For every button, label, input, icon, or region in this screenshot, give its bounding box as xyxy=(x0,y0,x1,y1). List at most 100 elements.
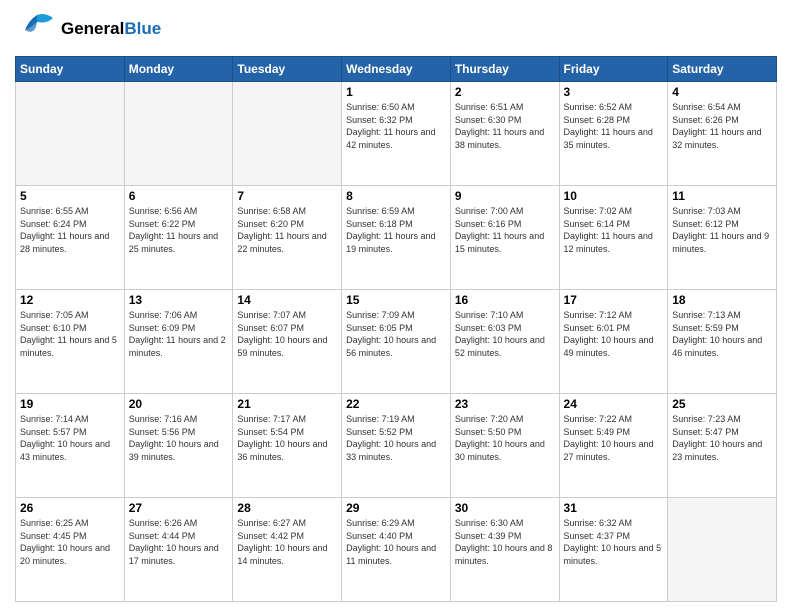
day-number: 31 xyxy=(564,501,664,515)
day-cell: 26 Sunrise: 6:25 AM Sunset: 4:45 PM Dayli… xyxy=(16,498,125,602)
day-number: 6 xyxy=(129,189,229,203)
day-number: 7 xyxy=(237,189,337,203)
day-info: Sunrise: 6:51 AM Sunset: 6:30 PM Dayligh… xyxy=(455,101,555,151)
logo-name: GeneralBlue xyxy=(61,20,161,39)
week-row-5: 26 Sunrise: 6:25 AM Sunset: 4:45 PM Dayli… xyxy=(16,498,777,602)
day-info: Sunrise: 7:10 AM Sunset: 6:03 PM Dayligh… xyxy=(455,309,555,359)
weekday-wednesday: Wednesday xyxy=(342,57,451,82)
day-info: Sunrise: 6:30 AM Sunset: 4:39 PM Dayligh… xyxy=(455,517,555,567)
day-cell: 3Sunrise: 6:52 AM Sunset: 6:28 PM Daylig… xyxy=(559,82,668,186)
day-info: Sunrise: 7:22 AM Sunset: 5:49 PM Dayligh… xyxy=(564,413,664,463)
day-cell: 1Sunrise: 6:50 AM Sunset: 6:32 PM Daylig… xyxy=(342,82,451,186)
day-cell: 16 Sunrise: 7:10 AM Sunset: 6:03 PM Dayli… xyxy=(450,290,559,394)
day-cell: 11 Sunrise: 7:03 AM Sunset: 6:12 PM Dayli… xyxy=(668,186,777,290)
day-cell: 30Sunrise: 6:30 AM Sunset: 4:39 PM Dayli… xyxy=(450,498,559,602)
day-cell: 5 Sunrise: 6:55 AM Sunset: 6:24 PM Daylig… xyxy=(16,186,125,290)
day-cell: 29 Sunrise: 6:29 AM Sunset: 4:40 PM Dayli… xyxy=(342,498,451,602)
day-number: 4 xyxy=(672,85,772,99)
day-cell xyxy=(233,82,342,186)
weekday-thursday: Thursday xyxy=(450,57,559,82)
day-info: Sunrise: 6:54 AM Sunset: 6:26 PM Dayligh… xyxy=(672,101,772,151)
day-cell: 9Sunrise: 7:00 AM Sunset: 6:16 PM Daylig… xyxy=(450,186,559,290)
logo: GeneralBlue xyxy=(15,10,161,48)
day-number: 21 xyxy=(237,397,337,411)
day-number: 8 xyxy=(346,189,446,203)
day-cell: 17Sunrise: 7:12 AM Sunset: 6:01 PM Dayli… xyxy=(559,290,668,394)
day-cell: 19 Sunrise: 7:14 AM Sunset: 5:57 PM Dayli… xyxy=(16,394,125,498)
day-info: Sunrise: 6:52 AM Sunset: 6:28 PM Dayligh… xyxy=(564,101,664,151)
day-number: 13 xyxy=(129,293,229,307)
day-number: 23 xyxy=(455,397,555,411)
page: GeneralBlue SundayMondayTuesdayWednesday… xyxy=(0,0,792,612)
day-number: 18 xyxy=(672,293,772,307)
day-cell: 24 Sunrise: 7:22 AM Sunset: 5:49 PM Dayli… xyxy=(559,394,668,498)
logo-bird-icon xyxy=(15,10,59,48)
day-number: 25 xyxy=(672,397,772,411)
calendar: SundayMondayTuesdayWednesdayThursdayFrid… xyxy=(15,56,777,602)
day-info: Sunrise: 7:09 AM Sunset: 6:05 PM Dayligh… xyxy=(346,309,446,359)
day-info: Sunrise: 7:02 AM Sunset: 6:14 PM Dayligh… xyxy=(564,205,664,255)
day-info: Sunrise: 6:55 AM Sunset: 6:24 PM Dayligh… xyxy=(20,205,120,255)
day-info: Sunrise: 7:03 AM Sunset: 6:12 PM Dayligh… xyxy=(672,205,772,255)
day-number: 20 xyxy=(129,397,229,411)
day-number: 28 xyxy=(237,501,337,515)
day-info: Sunrise: 7:17 AM Sunset: 5:54 PM Dayligh… xyxy=(237,413,337,463)
day-cell: 28 Sunrise: 6:27 AM Sunset: 4:42 PM Dayli… xyxy=(233,498,342,602)
day-cell: 6 Sunrise: 6:56 AM Sunset: 6:22 PM Daylig… xyxy=(124,186,233,290)
day-cell: 12 Sunrise: 7:05 AM Sunset: 6:10 PM Dayli… xyxy=(16,290,125,394)
day-number: 14 xyxy=(237,293,337,307)
day-cell: 13 Sunrise: 7:06 AM Sunset: 6:09 PM Dayli… xyxy=(124,290,233,394)
day-info: Sunrise: 7:12 AM Sunset: 6:01 PM Dayligh… xyxy=(564,309,664,359)
weekday-friday: Friday xyxy=(559,57,668,82)
day-info: Sunrise: 7:05 AM Sunset: 6:10 PM Dayligh… xyxy=(20,309,120,359)
day-info: Sunrise: 7:14 AM Sunset: 5:57 PM Dayligh… xyxy=(20,413,120,463)
day-info: Sunrise: 6:59 AM Sunset: 6:18 PM Dayligh… xyxy=(346,205,446,255)
day-info: Sunrise: 7:20 AM Sunset: 5:50 PM Dayligh… xyxy=(455,413,555,463)
day-info: Sunrise: 7:13 AM Sunset: 5:59 PM Dayligh… xyxy=(672,309,772,359)
day-cell: 31 Sunrise: 6:32 AM Sunset: 4:37 PM Dayli… xyxy=(559,498,668,602)
weekday-sunday: Sunday xyxy=(16,57,125,82)
day-number: 22 xyxy=(346,397,446,411)
day-number: 16 xyxy=(455,293,555,307)
day-number: 19 xyxy=(20,397,120,411)
day-number: 27 xyxy=(129,501,229,515)
day-info: Sunrise: 6:27 AM Sunset: 4:42 PM Dayligh… xyxy=(237,517,337,567)
day-cell: 15 Sunrise: 7:09 AM Sunset: 6:05 PM Dayli… xyxy=(342,290,451,394)
day-info: Sunrise: 6:29 AM Sunset: 4:40 PM Dayligh… xyxy=(346,517,446,567)
day-cell xyxy=(668,498,777,602)
day-info: Sunrise: 6:26 AM Sunset: 4:44 PM Dayligh… xyxy=(129,517,229,567)
day-cell xyxy=(124,82,233,186)
day-cell: 14 Sunrise: 7:07 AM Sunset: 6:07 PM Dayli… xyxy=(233,290,342,394)
day-cell: 18 Sunrise: 7:13 AM Sunset: 5:59 PM Dayli… xyxy=(668,290,777,394)
week-row-3: 12 Sunrise: 7:05 AM Sunset: 6:10 PM Dayli… xyxy=(16,290,777,394)
day-number: 2 xyxy=(455,85,555,99)
day-info: Sunrise: 6:56 AM Sunset: 6:22 PM Dayligh… xyxy=(129,205,229,255)
day-number: 10 xyxy=(564,189,664,203)
day-info: Sunrise: 6:25 AM Sunset: 4:45 PM Dayligh… xyxy=(20,517,120,567)
day-info: Sunrise: 7:23 AM Sunset: 5:47 PM Dayligh… xyxy=(672,413,772,463)
day-number: 29 xyxy=(346,501,446,515)
day-cell: 23 Sunrise: 7:20 AM Sunset: 5:50 PM Dayli… xyxy=(450,394,559,498)
day-info: Sunrise: 6:32 AM Sunset: 4:37 PM Dayligh… xyxy=(564,517,664,567)
day-cell: 21 Sunrise: 7:17 AM Sunset: 5:54 PM Dayli… xyxy=(233,394,342,498)
day-number: 24 xyxy=(564,397,664,411)
weekday-saturday: Saturday xyxy=(668,57,777,82)
day-number: 9 xyxy=(455,189,555,203)
day-number: 26 xyxy=(20,501,120,515)
day-number: 15 xyxy=(346,293,446,307)
week-row-2: 5 Sunrise: 6:55 AM Sunset: 6:24 PM Daylig… xyxy=(16,186,777,290)
day-number: 5 xyxy=(20,189,120,203)
day-info: Sunrise: 6:50 AM Sunset: 6:32 PM Dayligh… xyxy=(346,101,446,151)
day-info: Sunrise: 6:58 AM Sunset: 6:20 PM Dayligh… xyxy=(237,205,337,255)
day-number: 11 xyxy=(672,189,772,203)
day-info: Sunrise: 7:06 AM Sunset: 6:09 PM Dayligh… xyxy=(129,309,229,359)
day-number: 12 xyxy=(20,293,120,307)
day-cell: 10 Sunrise: 7:02 AM Sunset: 6:14 PM Dayli… xyxy=(559,186,668,290)
day-cell: 2 Sunrise: 6:51 AM Sunset: 6:30 PM Daylig… xyxy=(450,82,559,186)
day-cell: 20Sunrise: 7:16 AM Sunset: 5:56 PM Dayli… xyxy=(124,394,233,498)
day-info: Sunrise: 7:07 AM Sunset: 6:07 PM Dayligh… xyxy=(237,309,337,359)
day-cell: 4 Sunrise: 6:54 AM Sunset: 6:26 PM Daylig… xyxy=(668,82,777,186)
weekday-tuesday: Tuesday xyxy=(233,57,342,82)
week-row-1: 1Sunrise: 6:50 AM Sunset: 6:32 PM Daylig… xyxy=(16,82,777,186)
week-row-4: 19 Sunrise: 7:14 AM Sunset: 5:57 PM Dayli… xyxy=(16,394,777,498)
